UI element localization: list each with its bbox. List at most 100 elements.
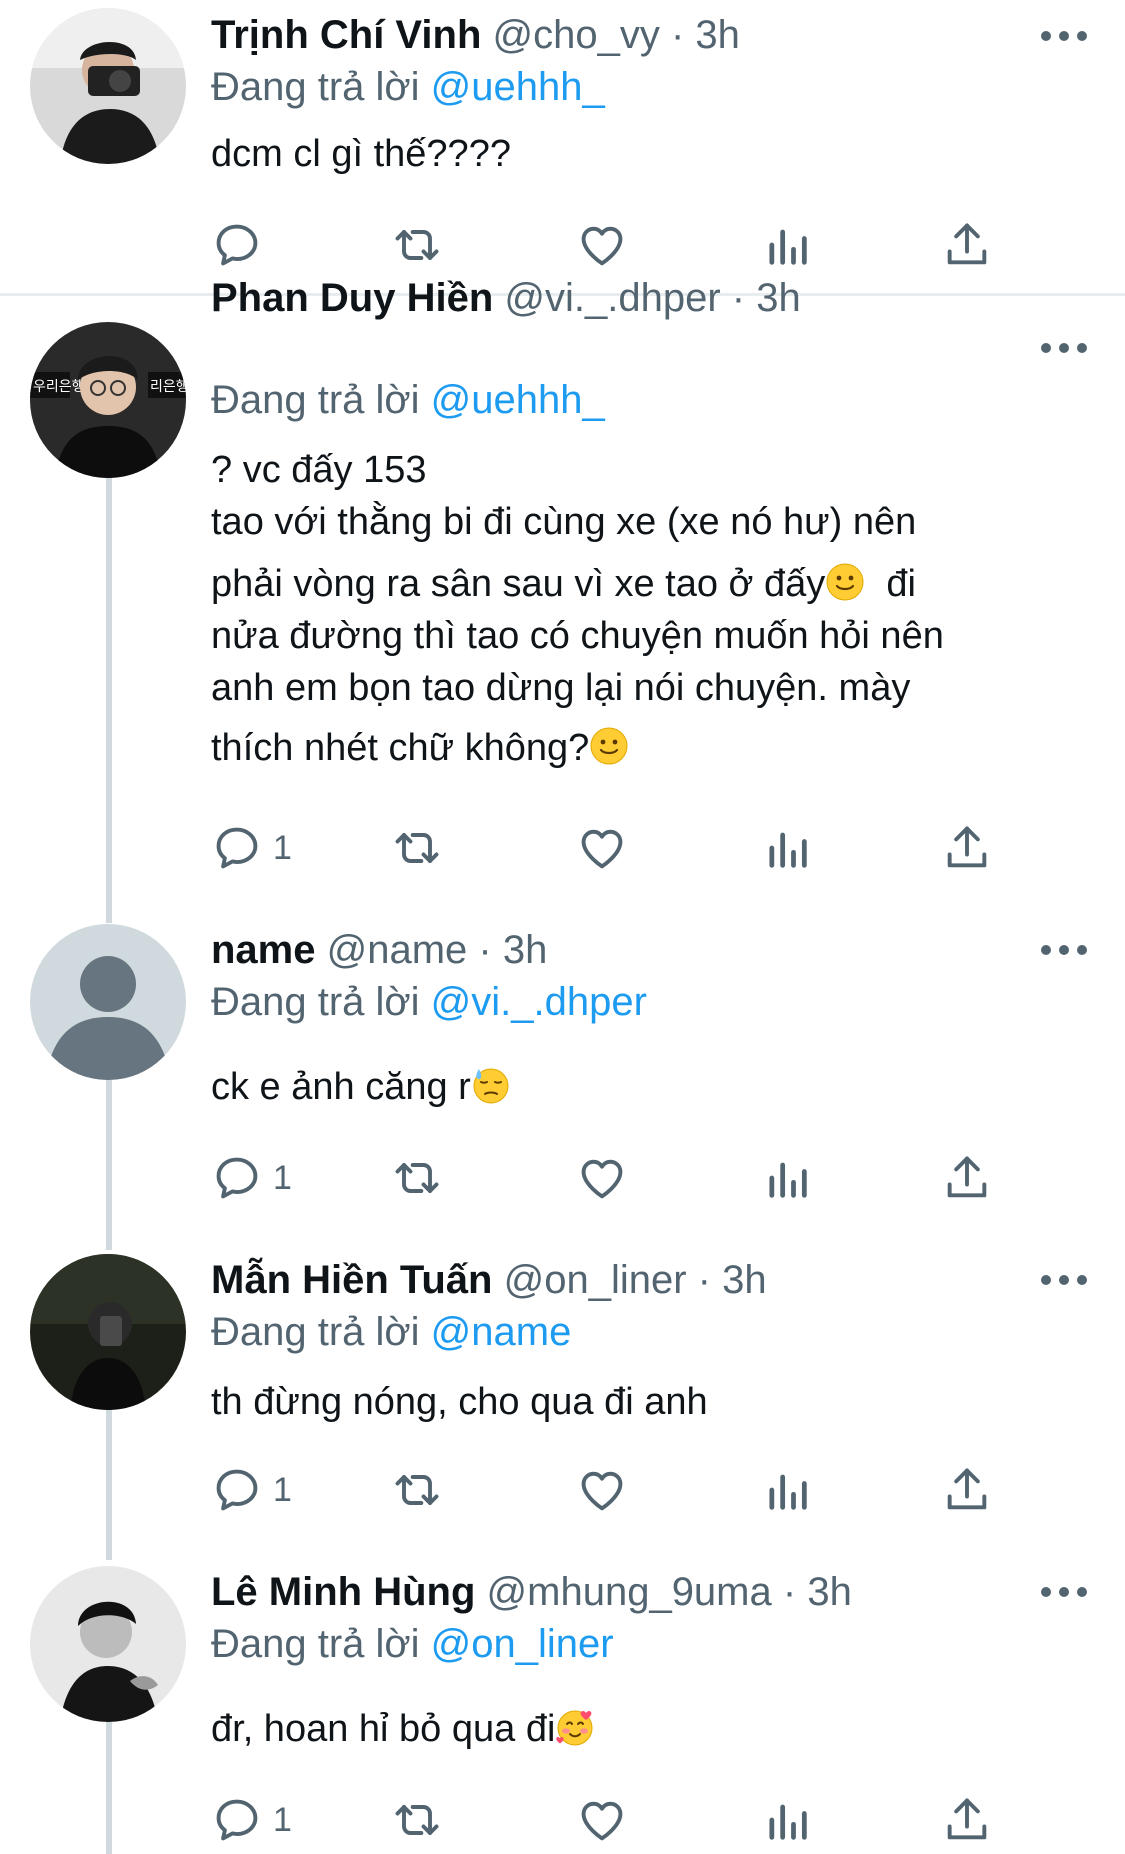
- action-bar: [211, 217, 1011, 273]
- thread-line: [106, 1722, 112, 1854]
- tweet-header: Mẫn Hiền Tuấn @on_liner · 3h: [211, 1255, 1035, 1305]
- display-name[interactable]: Mẫn Hiền Tuấn: [211, 1258, 492, 1302]
- replying-to: Đang trả lời @vi._.dhper: [211, 977, 647, 1027]
- reply-icon: [211, 1794, 263, 1846]
- display-name[interactable]: Trịnh Chí Vinh: [211, 13, 481, 57]
- tweet-text-line: ck e ảnh căng r: [211, 1061, 1091, 1113]
- display-name[interactable]: Lê Minh Hùng: [211, 1570, 475, 1614]
- tweet-text: ? vc đấy 153 tao với thằng bi đi cùng xe…: [211, 444, 1091, 774]
- avatar[interactable]: [30, 8, 186, 164]
- tweet-text-line: anh em bọn tao dừng lại nói chuyện. mày: [211, 667, 911, 709]
- like-button[interactable]: [576, 820, 628, 876]
- action-bar: 1: [211, 820, 1011, 876]
- more-icon[interactable]: [1041, 1270, 1087, 1290]
- share-button[interactable]: [941, 1462, 993, 1518]
- share-button[interactable]: [941, 1792, 993, 1848]
- replying-to-label: Đang trả lời: [211, 1622, 420, 1666]
- replying-to: Đang trả lời @name: [211, 1307, 571, 1357]
- tweet-text: th đừng nóng, cho qua đi anh: [211, 1376, 1091, 1428]
- more-icon[interactable]: [1041, 1582, 1087, 1602]
- retweet-icon: [391, 219, 443, 271]
- analytics-button[interactable]: [761, 1792, 813, 1848]
- timestamp[interactable]: 3h: [503, 928, 548, 972]
- tweet-header: Phan Duy Hiền @vi._.dhper · 3h: [211, 273, 1035, 323]
- analytics-icon: [761, 1152, 813, 1204]
- retweet-button[interactable]: [391, 820, 443, 876]
- avatar[interactable]: 우리은행 리은행: [30, 322, 186, 478]
- separator-dot: ·: [697, 1258, 711, 1302]
- retweet-icon: [391, 1794, 443, 1846]
- share-button[interactable]: [941, 1150, 993, 1206]
- share-icon: [941, 1794, 993, 1846]
- replying-to-label: Đang trả lời: [211, 65, 420, 109]
- svg-text:우리은행: 우리은행: [33, 379, 85, 395]
- replying-to: Đang trả lời @on_liner: [211, 1619, 614, 1669]
- mention-link[interactable]: @name: [431, 1310, 572, 1354]
- tweet-text-line: phải vòng ra sân sau vì xe tao ở đấy đi: [211, 558, 1091, 610]
- reply-icon: [211, 1464, 263, 1516]
- action-bar: 1: [211, 1462, 1011, 1518]
- share-button[interactable]: [941, 820, 993, 876]
- timestamp[interactable]: 3h: [722, 1258, 767, 1302]
- retweet-icon: [391, 1464, 443, 1516]
- mention-link[interactable]: @vi._.dhper: [431, 980, 647, 1024]
- replying-to-label: Đang trả lời: [211, 1310, 420, 1354]
- like-icon: [576, 1794, 628, 1846]
- more-icon[interactable]: [1041, 26, 1087, 46]
- separator-dot: ·: [731, 276, 746, 320]
- like-icon: [576, 1464, 628, 1516]
- mention-link[interactable]: @on_liner: [431, 1622, 614, 1666]
- like-button[interactable]: [576, 1150, 628, 1206]
- mention-link[interactable]: @uehhh_: [431, 378, 605, 422]
- reply-button[interactable]: 1: [211, 1462, 292, 1518]
- tweet-text-segment: đr, hoan hỉ bỏ qua đi: [211, 1708, 556, 1750]
- reply-button[interactable]: 1: [211, 820, 292, 876]
- display-name[interactable]: Phan Duy Hiền: [211, 276, 493, 320]
- username[interactable]: @vi._.dhper: [504, 276, 720, 320]
- analytics-button[interactable]: [761, 217, 813, 273]
- tweet-text-line: đr, hoan hỉ bỏ qua đi: [211, 1703, 1091, 1755]
- retweet-button[interactable]: [391, 1792, 443, 1848]
- thread-line: [106, 1080, 112, 1250]
- more-icon[interactable]: [1041, 940, 1087, 960]
- retweet-button[interactable]: [391, 217, 443, 273]
- analytics-button[interactable]: [761, 1150, 813, 1206]
- sweat-face-emoji: [471, 1065, 511, 1105]
- username[interactable]: @name: [327, 928, 468, 972]
- share-icon: [941, 1464, 993, 1516]
- timestamp[interactable]: 3h: [695, 13, 740, 57]
- analytics-button[interactable]: [761, 820, 813, 876]
- tweet-text-segment: ck e ảnh căng r: [211, 1066, 471, 1108]
- retweet-button[interactable]: [391, 1150, 443, 1206]
- more-icon[interactable]: [1041, 338, 1087, 358]
- timestamp[interactable]: 3h: [807, 1570, 852, 1614]
- share-icon: [941, 219, 993, 271]
- svg-text:리은행: 리은행: [150, 379, 186, 395]
- share-button[interactable]: [941, 217, 993, 273]
- mention-link[interactable]: @uehhh_: [431, 65, 605, 109]
- retweet-icon: [391, 1152, 443, 1204]
- replying-to-label: Đang trả lời: [211, 378, 420, 422]
- avatar[interactable]: [30, 1566, 186, 1722]
- display-name[interactable]: name: [211, 928, 316, 972]
- username[interactable]: @cho_vy: [493, 13, 660, 57]
- reply-icon: [211, 822, 263, 874]
- share-icon: [941, 1152, 993, 1204]
- reply-icon: [211, 1152, 263, 1204]
- share-icon: [941, 822, 993, 874]
- reply-button[interactable]: 1: [211, 1792, 292, 1848]
- username[interactable]: @on_liner: [504, 1258, 687, 1302]
- timestamp[interactable]: 3h: [756, 276, 801, 320]
- like-button[interactable]: [576, 217, 628, 273]
- like-button[interactable]: [576, 1792, 628, 1848]
- avatar[interactable]: [30, 1254, 186, 1410]
- username[interactable]: @mhung_9uma: [487, 1570, 772, 1614]
- analytics-button[interactable]: [761, 1462, 813, 1518]
- avatar[interactable]: [30, 924, 186, 1080]
- reply-button[interactable]: 1: [211, 1150, 292, 1206]
- reply-button[interactable]: [211, 217, 263, 273]
- retweet-button[interactable]: [391, 1462, 443, 1518]
- analytics-icon: [761, 219, 813, 271]
- like-button[interactable]: [576, 1462, 628, 1518]
- like-icon: [576, 219, 628, 271]
